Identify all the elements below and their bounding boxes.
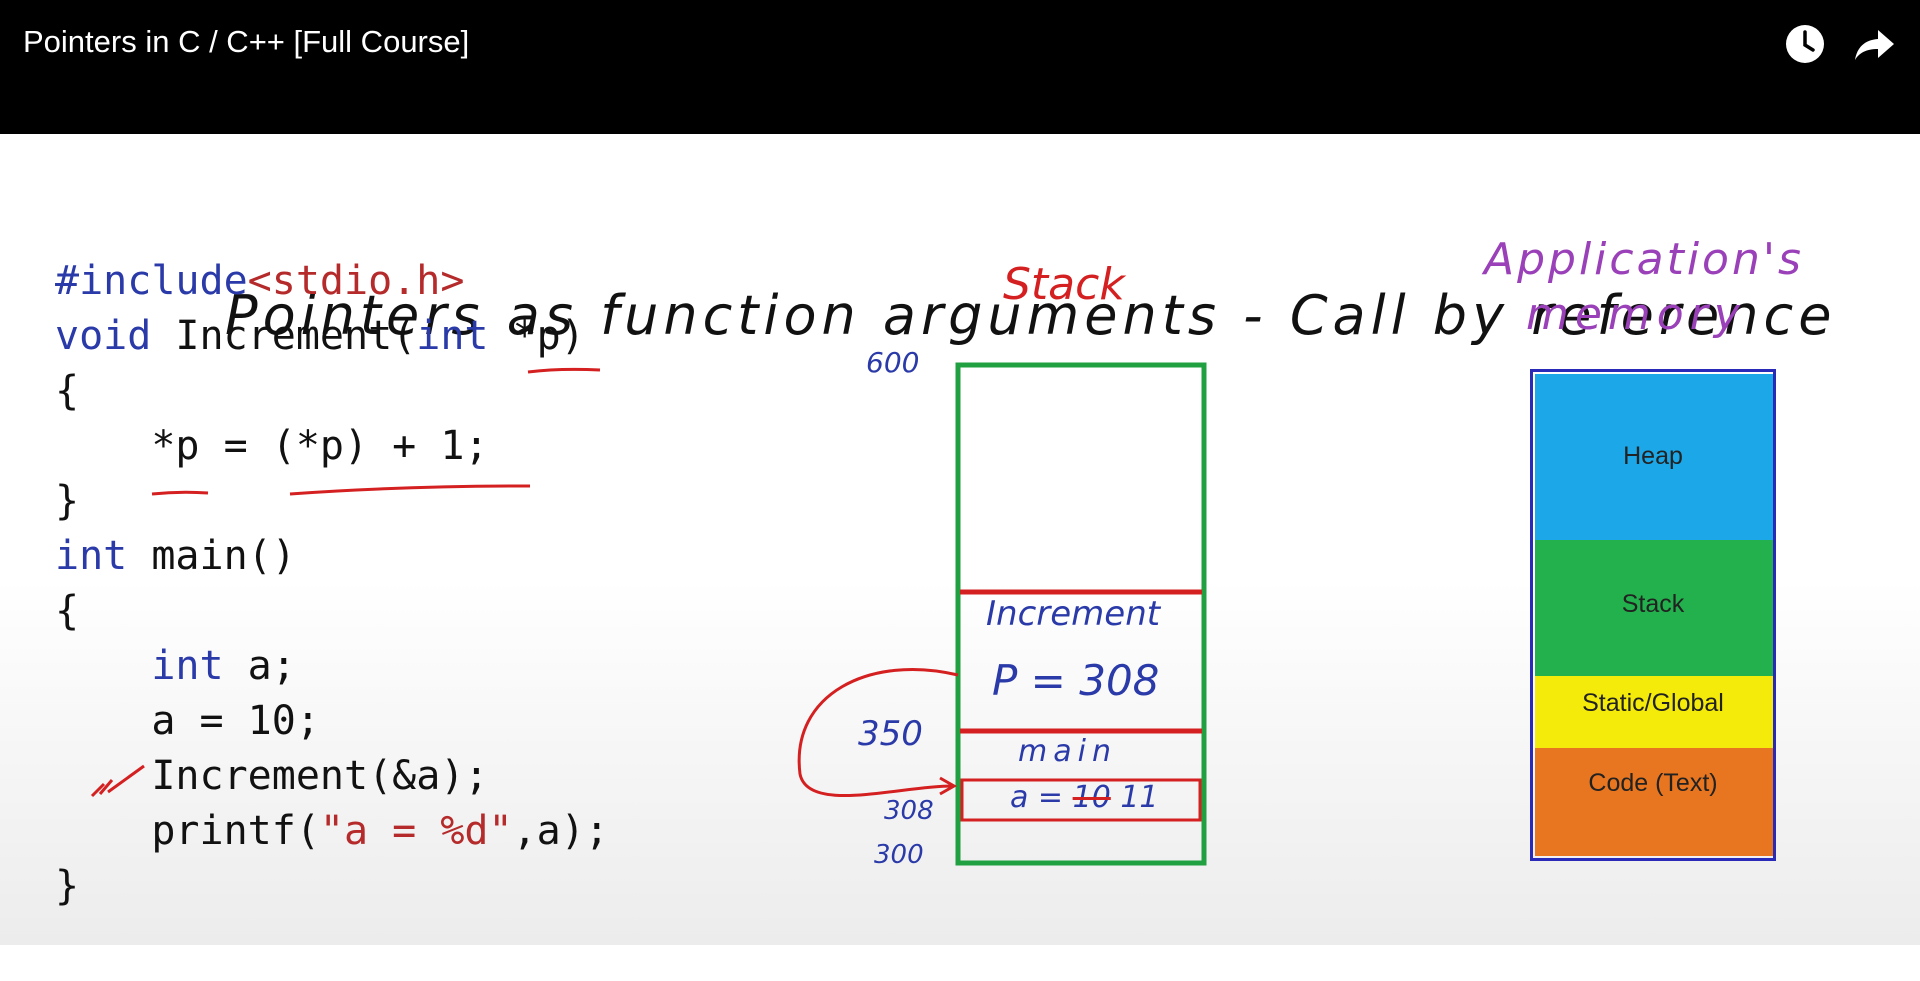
share-button[interactable]: [1852, 22, 1896, 66]
memory-title-line1: Application's: [1484, 234, 1804, 285]
heap-label: Heap: [1623, 442, 1683, 470]
memory-title-line2: memory: [1526, 289, 1746, 340]
var-a-new-value: 11: [1120, 780, 1159, 815]
frame-main-var: a = 10 11: [1010, 780, 1159, 815]
var-a-old-value: 10: [1072, 780, 1111, 815]
memory-layout: Heap Stack Static/Global Code (Text): [1530, 369, 1776, 981]
code-text-label: Code (Text): [1588, 769, 1718, 797]
clock-icon: [1786, 25, 1824, 63]
stack-label: Stack: [1621, 590, 1685, 618]
watch-later-button[interactable]: [1783, 22, 1827, 66]
var-a-prefix: a =: [1010, 780, 1064, 815]
share-arrow-icon: [1855, 30, 1894, 60]
video-top-bar: Pointers in C / C++ [Full Course]: [0, 0, 1920, 134]
pointer-arrow: [797, 667, 959, 798]
static-global-label: Static/Global: [1582, 689, 1724, 717]
frame-increment-label: Increment: [986, 594, 1161, 634]
video-frame[interactable]: Pointers as function arguments - Call by…: [0, 134, 1920, 945]
frame-main-label: main: [1018, 734, 1117, 769]
frame-increment-var: P = 308: [992, 656, 1160, 705]
code-text-segment: [1535, 748, 1773, 856]
video-title[interactable]: Pointers in C / C++ [Full Course]: [23, 24, 469, 60]
